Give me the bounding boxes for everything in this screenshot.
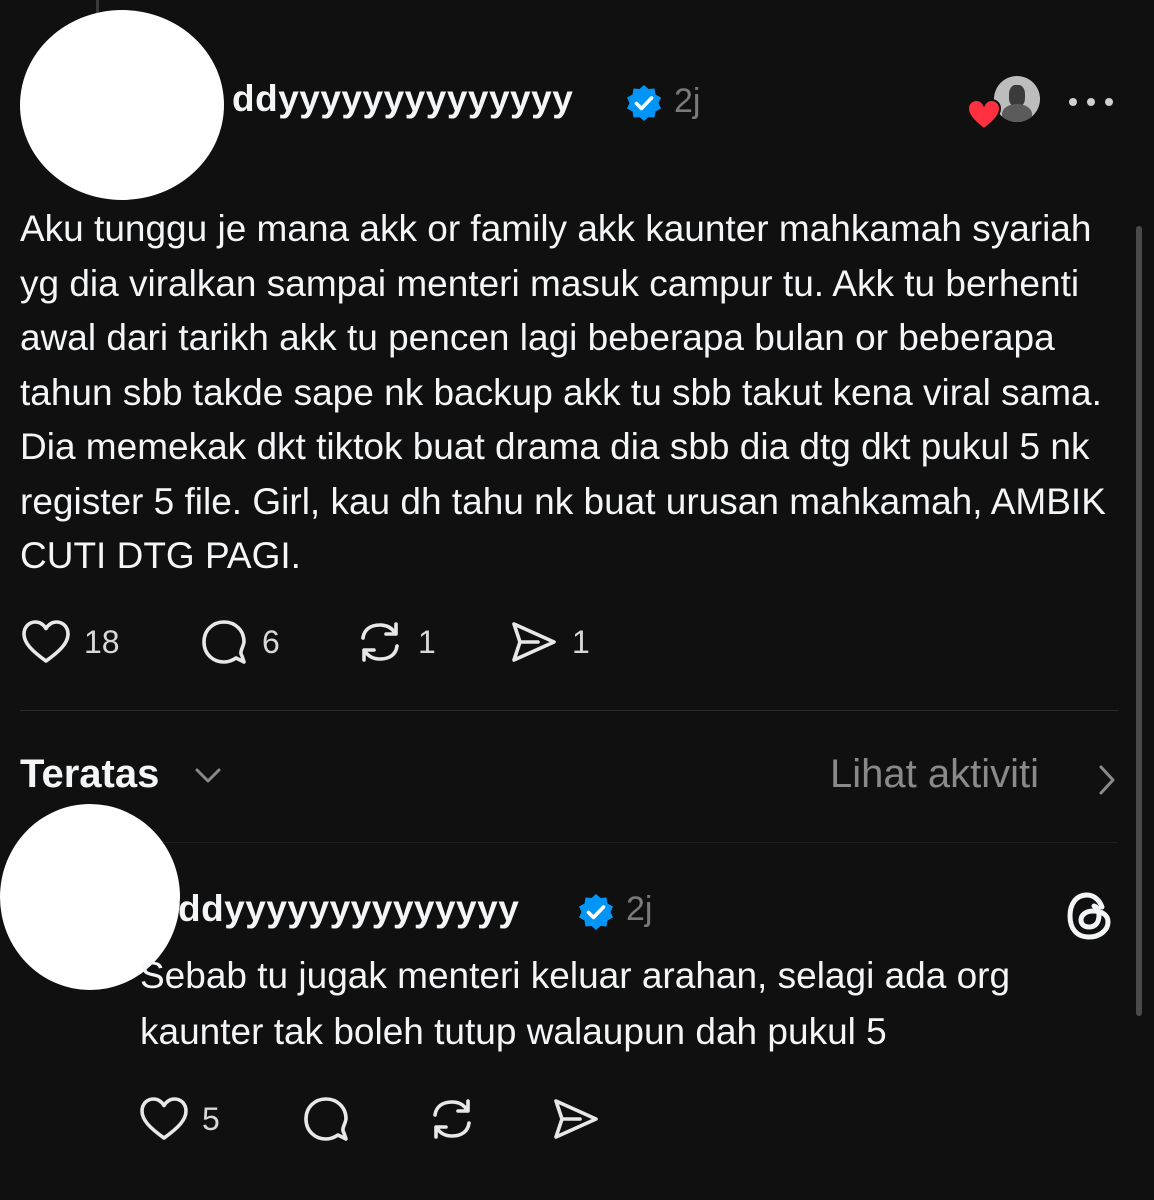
share-icon bbox=[512, 622, 556, 662]
like-button[interactable]: 18 bbox=[20, 615, 120, 669]
reply-author-username[interactable]: ddyyyyyyyyyyyyyy bbox=[178, 888, 519, 930]
comment-icon bbox=[304, 1097, 348, 1141]
threads-logo-icon bbox=[1067, 892, 1111, 940]
repost-count: 1 bbox=[418, 623, 436, 660]
repost-icon bbox=[433, 1099, 471, 1139]
section-divider bbox=[20, 710, 1118, 711]
chevron-right-icon[interactable] bbox=[1094, 762, 1120, 798]
share-icon bbox=[554, 1099, 598, 1139]
reply-like-count: 5 bbox=[202, 1100, 220, 1137]
main-post: ddyyyyyyyyyyyyyy 2j Aku tunggu je mana a… bbox=[0, 0, 1154, 710]
heart-icon bbox=[22, 620, 70, 663]
more-options-icon[interactable] bbox=[1066, 94, 1116, 110]
share-button[interactable]: 1 bbox=[508, 615, 590, 669]
reply-text: Sebab tu jugak menteri keluar arahan, se… bbox=[140, 955, 1011, 1052]
share-count: 1 bbox=[572, 623, 590, 660]
verified-badge-icon bbox=[579, 894, 613, 930]
chevron-down-icon[interactable] bbox=[192, 764, 224, 788]
post-text: Aku tunggu je mana akk or family akk kau… bbox=[20, 208, 1106, 576]
liked-heart-icon bbox=[966, 98, 1002, 131]
reply-comment-button[interactable] bbox=[300, 1092, 352, 1146]
comment-count: 6 bbox=[262, 623, 280, 660]
author-avatar[interactable] bbox=[20, 10, 224, 200]
author-username[interactable]: ddyyyyyyyyyyyyyy bbox=[232, 78, 573, 120]
comment-button[interactable]: 6 bbox=[198, 615, 280, 669]
post-time: 2j bbox=[674, 82, 701, 120]
heart-icon bbox=[140, 1097, 188, 1140]
repost-button[interactable]: 1 bbox=[354, 615, 436, 669]
reply-time: 2j bbox=[626, 890, 653, 928]
comment-icon bbox=[202, 620, 246, 664]
repost-icon bbox=[361, 622, 399, 662]
reply-like-button[interactable]: 5 bbox=[138, 1092, 220, 1146]
scrollbar[interactable] bbox=[1136, 226, 1142, 1016]
reply-share-button[interactable] bbox=[550, 1092, 602, 1146]
reply-repost-button[interactable] bbox=[426, 1092, 478, 1146]
verified-badge-icon bbox=[627, 85, 661, 121]
view-activity-link[interactable]: Lihat aktiviti bbox=[830, 752, 1039, 797]
like-count: 18 bbox=[84, 623, 120, 660]
sort-dropdown[interactable]: Teratas bbox=[20, 752, 159, 797]
